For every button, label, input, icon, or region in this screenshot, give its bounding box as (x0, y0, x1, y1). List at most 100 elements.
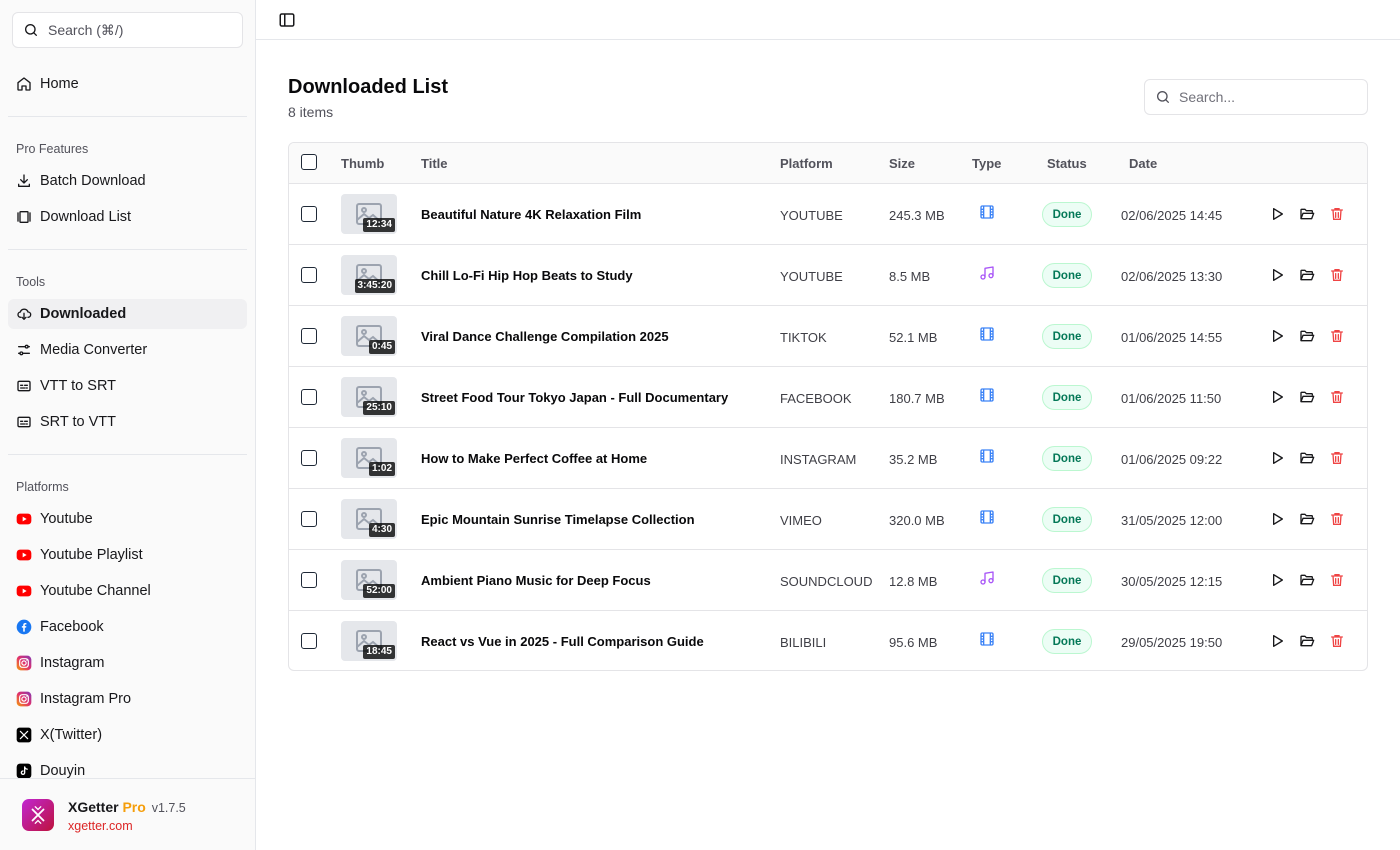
open-folder-button[interactable] (1299, 206, 1315, 222)
search-icon (25, 24, 37, 36)
open-folder-button[interactable] (1299, 633, 1315, 649)
table-row[interactable]: 1:02 How to Make Perfect Coffee at Home IN… (289, 428, 1367, 489)
play-button[interactable] (1269, 206, 1285, 222)
play-button[interactable] (1269, 572, 1285, 588)
sidebar-item-douyin[interactable]: Douyin (8, 756, 247, 778)
delete-button[interactable] (1329, 328, 1345, 344)
delete-button[interactable] (1329, 450, 1345, 466)
column-header-size[interactable]: Size (889, 156, 915, 171)
play-icon (1273, 513, 1283, 525)
column-header-platform[interactable]: Platform (780, 156, 833, 171)
brand-title: XGetter (68, 799, 119, 815)
brand-url-link[interactable]: xgetter.com (68, 819, 133, 833)
play-button[interactable] (1269, 267, 1285, 283)
row-checkbox[interactable] (301, 572, 317, 588)
row-checkbox[interactable] (301, 633, 317, 649)
row-date: 30/05/2025 12:15 (1121, 574, 1223, 589)
table-row[interactable]: 25:10 Street Food Tour Tokyo Japan - Full… (289, 367, 1367, 428)
table-row[interactable]: 3:45:20 Chill Lo-Fi Hip Hop Beats to Stud… (289, 245, 1367, 306)
delete-button[interactable] (1329, 511, 1345, 527)
row-checkbox[interactable] (301, 328, 317, 344)
film-icon (980, 388, 994, 402)
sidebar-toggle-button[interactable] (278, 11, 296, 29)
play-button[interactable] (1269, 328, 1285, 344)
row-type-video (979, 448, 995, 464)
row-date: 01/06/2025 09:22 (1121, 452, 1223, 467)
sidebar-item-home[interactable]: Home (8, 69, 247, 99)
trash-icon (1331, 330, 1343, 342)
play-icon (1273, 269, 1283, 281)
sidebar-item-srt-to-vtt[interactable]: SRT to VTT (8, 407, 247, 437)
column-header-title[interactable]: Title (421, 156, 448, 171)
duration-badge: 0:45 (368, 340, 395, 354)
play-button[interactable] (1269, 633, 1285, 649)
sidebar-item-downloaded[interactable]: Downloaded (8, 299, 247, 329)
open-folder-button[interactable] (1299, 328, 1315, 344)
row-checkbox[interactable] (301, 206, 317, 222)
delete-button[interactable] (1329, 267, 1345, 283)
sidebar-item-instagram-pro[interactable]: Instagram Pro (8, 684, 247, 714)
sidebar-item-instagram[interactable]: Instagram (8, 648, 247, 678)
row-title: React vs Vue in 2025 - Full Comparison G… (421, 634, 704, 649)
play-button[interactable] (1269, 450, 1285, 466)
sidebar-item-youtube[interactable]: Youtube (8, 504, 247, 534)
row-checkbox[interactable] (301, 511, 317, 527)
sidebar-item-download-list[interactable]: Download List (8, 202, 247, 232)
select-all-checkbox[interactable] (301, 154, 317, 170)
video-thumbnail: 3:45:20 (341, 255, 397, 295)
sidebar-item-media-converter[interactable]: Media Converter (8, 335, 247, 365)
sidebar-item-batch-download[interactable]: Batch Download (8, 166, 247, 196)
column-header-status[interactable]: Status (1047, 156, 1087, 171)
row-type-video (979, 509, 995, 525)
open-folder-button[interactable] (1299, 450, 1315, 466)
row-checkbox[interactable] (301, 267, 317, 283)
duration-badge: 25:10 (363, 401, 395, 415)
item-count: 8 items (288, 104, 334, 120)
row-platform: TIKTOK (780, 330, 827, 345)
open-folder-button[interactable] (1299, 389, 1315, 405)
trash-icon (1331, 513, 1343, 525)
instagram-icon (16, 655, 32, 671)
row-date: 29/05/2025 19:50 (1121, 635, 1223, 650)
column-header-type[interactable]: Type (972, 156, 1001, 171)
sidebar-item-youtube-channel[interactable]: Youtube Channel (8, 576, 247, 606)
table-row[interactable]: 52:00 Ambient Piano Music for Deep Focus S… (289, 550, 1367, 611)
row-platform: BILIBILI (780, 635, 827, 650)
sidebar-item-label: Downloaded (40, 306, 127, 322)
list-search[interactable] (1144, 79, 1368, 115)
delete-button[interactable] (1329, 572, 1345, 588)
row-checkbox[interactable] (301, 389, 317, 405)
column-header-thumb[interactable]: Thumb (341, 156, 384, 171)
sidebar-item-vtt-to-srt[interactable]: VTT to SRT (8, 371, 247, 401)
sidebar-item-label: Instagram Pro (40, 691, 132, 707)
row-type-video (979, 326, 995, 342)
open-folder-button[interactable] (1299, 267, 1315, 283)
trash-icon (1331, 269, 1343, 281)
row-size: 95.6 MB (889, 635, 938, 650)
row-size: 8.5 MB (889, 269, 931, 284)
table-row[interactable]: 12:34 Beautiful Nature 4K Relaxation Film… (289, 184, 1367, 245)
folder-open-icon (1300, 391, 1315, 403)
delete-button[interactable] (1329, 633, 1345, 649)
sidebar-item-facebook[interactable]: Facebook (8, 612, 247, 642)
sidebar-search-label: Search (⌘/) (48, 21, 124, 38)
sidebar-footer: XGetter Pro v1.7.5 xgetter.com (0, 778, 255, 850)
table-row[interactable]: 18:45 React vs Vue in 2025 - Full Compari… (289, 611, 1367, 670)
sidebar-search[interactable]: Search (⌘/) (12, 12, 243, 48)
trash-icon (1331, 391, 1343, 403)
sidebar-item-x-twitter[interactable]: X(Twitter) (8, 720, 247, 750)
row-title: Chill Lo-Fi Hip Hop Beats to Study (421, 268, 633, 283)
sidebar-item-youtube-playlist[interactable]: Youtube Playlist (8, 540, 247, 570)
table-row[interactable]: 0:45 Viral Dance Challenge Compilation 20… (289, 306, 1367, 367)
delete-button[interactable] (1329, 389, 1345, 405)
search-input[interactable] (1179, 89, 1359, 105)
open-folder-button[interactable] (1299, 511, 1315, 527)
play-button[interactable] (1269, 389, 1285, 405)
row-checkbox[interactable] (301, 450, 317, 466)
delete-button[interactable] (1329, 206, 1345, 222)
row-title: Beautiful Nature 4K Relaxation Film (421, 207, 642, 222)
play-button[interactable] (1269, 511, 1285, 527)
table-row[interactable]: 4:30 Epic Mountain Sunrise Timelapse Coll… (289, 489, 1367, 550)
column-header-date[interactable]: Date (1129, 156, 1157, 171)
open-folder-button[interactable] (1299, 572, 1315, 588)
